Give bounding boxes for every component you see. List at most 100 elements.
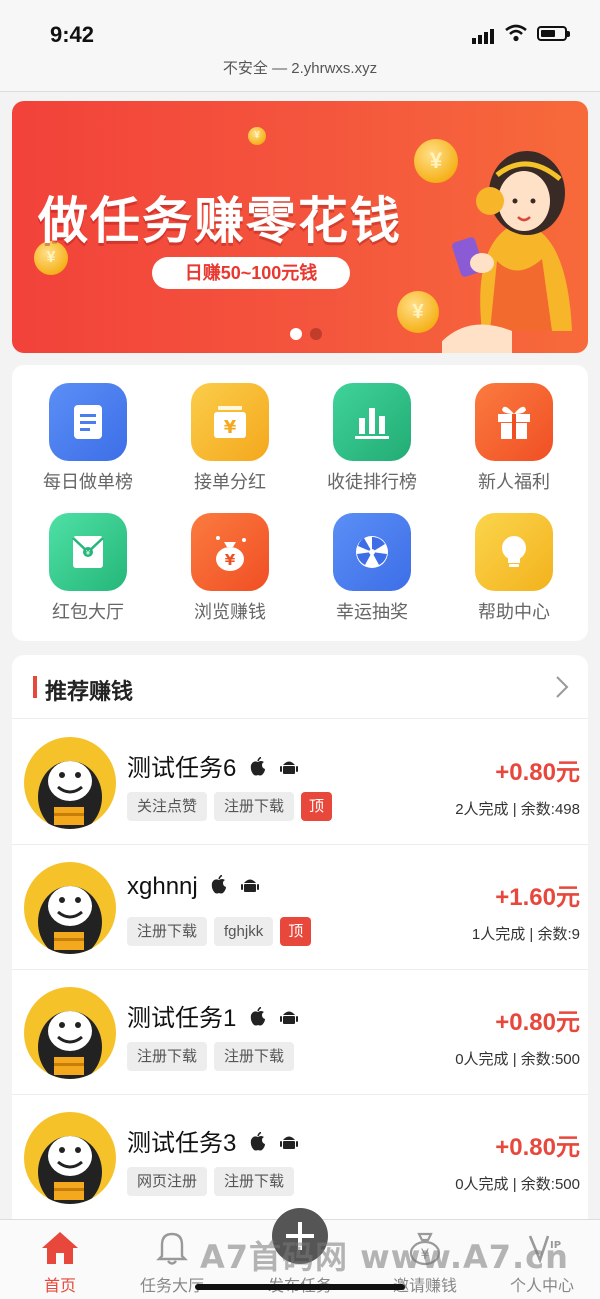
carousel-dot-active[interactable] [290,328,302,340]
task-stats: 2人完成 | 余数:498 [455,801,580,818]
gorilla-avatar-icon [24,1112,116,1204]
svg-text:¥: ¥ [86,549,91,557]
home-indicator[interactable] [195,1284,405,1290]
grid-item-label: 新人福利 [478,472,550,492]
grid-item-label: 接单分红 [194,472,266,492]
grid-item-browse-earn[interactable]: ¥ 浏览赚钱 [160,495,300,622]
svg-text:¥: ¥ [224,417,237,438]
task-tags: 注册下载 fghjkk 顶 [127,917,318,946]
task-tag: 注册下载 [127,917,208,946]
recommend-section: 推荐赚钱 测试任务6 关注点赞 注册下载顶 +0.80元 2人完成 | 余数:49… [12,655,588,1235]
android-icon [279,1006,298,1034]
girl-illustration [442,151,572,353]
cellular-signal-icon [472,26,496,44]
status-time: 9:42 [50,22,95,47]
wifi-icon [505,24,527,42]
money-bag-icon: ¥ [191,513,269,591]
battery-icon [537,26,570,41]
task-name: xghnnj [127,873,260,902]
apple-icon [249,1131,267,1159]
carousel-dot[interactable] [310,328,322,340]
home-icon [42,1232,78,1264]
task-reward: +0.80元 [495,1009,580,1036]
feature-grid: 每日做单榜 ¥ 接单分红 收徒排行榜 新人福利 ¥ 红包大厅 ¥ 浏览赚钱 幸运… [12,365,588,641]
task-tag: 注册下载 [214,1167,295,1196]
task-tag: 关注点赞 [127,792,208,821]
banner-title: 做任务赚零花钱 [38,192,402,250]
task-stats: 0人完成 | 余数:500 [455,1051,580,1068]
lightbulb-icon [475,513,553,591]
apple-icon [210,874,228,902]
task-row[interactable]: 测试任务1 注册下载 注册下载 +0.80元 0人完成 | 余数:500 [12,970,588,1095]
lucky-wheel-icon [333,513,411,591]
top-badge: 顶 [301,792,333,821]
yuan-box-icon: ¥ [191,383,269,461]
gorilla-avatar-icon [24,862,116,954]
banner-subtitle: 日赚50~100元钱 [152,257,350,289]
task-name-text: 测试任务3 [127,1130,237,1157]
gorilla-avatar-icon [24,737,116,829]
task-reward: +0.80元 [495,759,580,786]
task-tag: 注册下载 [214,1042,295,1071]
watermark: A7首码网 www.A7.cn [200,1238,569,1276]
gift-icon [475,383,553,461]
task-row[interactable]: 测试任务6 关注点赞 注册下载顶 +0.80元 2人完成 | 余数:498 [12,720,588,845]
recommend-title: 推荐赚钱 [45,679,134,704]
grid-item-help-center[interactable]: 帮助中心 [444,495,584,622]
grid-item-label: 浏览赚钱 [194,602,266,622]
document-list-icon [49,383,127,461]
task-stats: 1人完成 | 余数:9 [471,926,580,943]
tab-label: 首页 [43,1278,76,1295]
status-bar: 9:42 [0,0,600,56]
coin-icon [397,291,439,333]
bell-icon [156,1232,188,1265]
android-icon [279,1131,298,1159]
grid-item-label: 幸运抽奖 [336,602,408,622]
task-name-text: xghnnj [127,873,198,900]
task-tags: 网页注册 注册下载 [127,1167,301,1196]
bar-chart-icon [333,383,411,461]
svg-text:¥: ¥ [225,551,236,569]
task-tags: 关注点赞 注册下载顶 [127,792,339,821]
task-tag: fghjkk [214,917,274,946]
task-reward: +1.60元 [495,884,580,911]
section-marker [33,676,37,698]
grid-item-newcomer-benefits[interactable]: 新人福利 [444,365,584,492]
task-name: 测试任务1 [127,998,298,1034]
gorilla-avatar-icon [24,987,116,1079]
red-envelope-icon: ¥ [49,513,127,591]
recommend-header[interactable]: 推荐赚钱 [12,655,588,719]
grid-item-order-dividend[interactable]: ¥ 接单分红 [160,365,300,492]
carousel-dots[interactable] [290,327,330,345]
task-tag: 网页注册 [127,1167,208,1196]
task-tags: 注册下载 注册下载 [127,1042,301,1071]
grid-item-label: 红包大厅 [52,602,124,622]
chevron-right-icon[interactable] [554,675,570,699]
address-bar[interactable]: 不安全 — 2.yhrwxs.xyz [0,56,600,92]
top-badge: 顶 [280,917,312,946]
grid-item-lucky-draw[interactable]: 幸运抽奖 [302,495,442,622]
apple-icon [249,1006,267,1034]
grid-item-label: 每日做单榜 [43,472,133,492]
coin-icon [248,127,266,145]
android-icon [241,874,260,902]
task-stats: 0人完成 | 余数:500 [455,1176,580,1193]
grid-item-apprentice-ranking[interactable]: 收徒排行榜 [302,365,442,492]
grid-item-label: 收徒排行榜 [327,472,417,492]
tab-home[interactable]: 首页 [0,1220,120,1299]
task-row[interactable]: 测试任务3 网页注册 注册下载 +0.80元 0人完成 | 余数:500 [12,1095,588,1220]
android-icon [279,756,298,784]
apple-icon [249,756,267,784]
task-tag: 注册下载 [214,792,295,821]
task-tag: 注册下载 [127,1042,208,1071]
grid-item-label: 帮助中心 [478,602,550,622]
task-name-text: 测试任务6 [127,755,237,782]
task-row[interactable]: xghnnj 注册下载 fghjkk 顶 +1.60元 1人完成 | 余数:9 [12,845,588,970]
task-name-text: 测试任务1 [127,1005,237,1032]
task-name: 测试任务6 [127,748,298,784]
grid-item-daily-ranking[interactable]: 每日做单榜 [18,365,158,492]
task-name: 测试任务3 [127,1123,298,1159]
task-reward: +0.80元 [495,1134,580,1161]
grid-item-red-packet-hall[interactable]: ¥ 红包大厅 [18,495,158,622]
promo-banner[interactable]: 做任务赚零花钱 日赚50~100元钱 [12,101,588,353]
